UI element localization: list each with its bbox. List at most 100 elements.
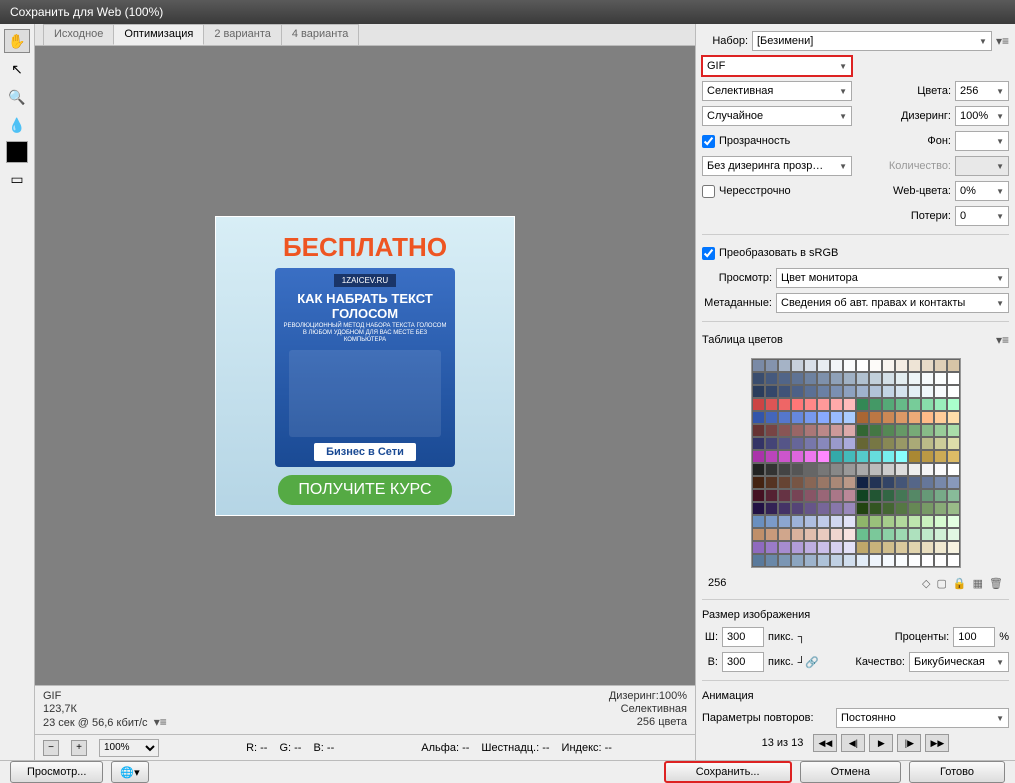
color-swatch-cell[interactable]	[843, 398, 856, 411]
ct-square-icon[interactable]: ▢	[937, 577, 947, 590]
color-swatch-cell[interactable]	[765, 372, 778, 385]
color-swatch-cell[interactable]	[921, 489, 934, 502]
color-swatch-cell[interactable]	[947, 502, 960, 515]
color-swatch-cell[interactable]	[830, 554, 843, 567]
color-swatch-cell[interactable]	[947, 476, 960, 489]
lossy-select[interactable]: 0	[955, 206, 1009, 226]
color-swatch-cell[interactable]	[778, 450, 791, 463]
color-swatch-cell[interactable]	[882, 437, 895, 450]
color-swatch-cell[interactable]	[934, 450, 947, 463]
color-swatch-cell[interactable]	[895, 359, 908, 372]
colors-select[interactable]: 256	[955, 81, 1009, 101]
color-swatch-cell[interactable]	[869, 398, 882, 411]
color-swatch-cell[interactable]	[765, 437, 778, 450]
color-swatch-cell[interactable]	[791, 424, 804, 437]
color-swatch-cell[interactable]	[843, 528, 856, 541]
color-swatch-cell[interactable]	[843, 554, 856, 567]
color-swatch-cell[interactable]	[817, 424, 830, 437]
color-swatch-cell[interactable]	[882, 502, 895, 515]
color-swatch-cell[interactable]	[817, 398, 830, 411]
color-swatch-cell[interactable]	[856, 398, 869, 411]
color-swatch-cell[interactable]	[817, 541, 830, 554]
color-swatch-cell[interactable]	[934, 424, 947, 437]
format-select[interactable]: GIF	[702, 56, 852, 76]
ct-trash-icon[interactable]: 🗑	[989, 577, 1003, 590]
color-swatch-cell[interactable]	[856, 463, 869, 476]
preview-select[interactable]: Цвет монитора	[776, 268, 1009, 288]
color-swatch-cell[interactable]	[778, 489, 791, 502]
color-swatch-cell[interactable]	[869, 554, 882, 567]
color-swatch-cell[interactable]	[882, 450, 895, 463]
slice-tool[interactable]: ↖	[4, 57, 30, 81]
color-swatch-cell[interactable]	[804, 554, 817, 567]
color-swatch-cell[interactable]	[934, 502, 947, 515]
color-swatch-cell[interactable]	[934, 372, 947, 385]
color-swatch-cell[interactable]	[843, 450, 856, 463]
color-swatch-cell[interactable]	[765, 476, 778, 489]
color-swatch-cell[interactable]	[830, 489, 843, 502]
color-swatch-cell[interactable]	[752, 554, 765, 567]
color-swatch-cell[interactable]	[817, 450, 830, 463]
color-swatch-cell[interactable]	[908, 463, 921, 476]
color-swatch-cell[interactable]	[895, 437, 908, 450]
color-swatch-cell[interactable]	[791, 554, 804, 567]
color-swatch-cell[interactable]	[908, 437, 921, 450]
color-swatch-cell[interactable]	[843, 424, 856, 437]
srgb-checkbox[interactable]	[702, 247, 715, 260]
ct-lock-icon[interactable]: 🔒	[953, 577, 967, 590]
color-swatch-cell[interactable]	[804, 515, 817, 528]
color-swatch-cell[interactable]	[856, 554, 869, 567]
color-swatch-cell[interactable]	[791, 437, 804, 450]
color-swatch-cell[interactable]	[908, 541, 921, 554]
color-swatch-cell[interactable]	[947, 489, 960, 502]
color-swatch-cell[interactable]	[921, 463, 934, 476]
color-swatch-cell[interactable]	[765, 554, 778, 567]
color-swatch-cell[interactable]	[830, 476, 843, 489]
color-swatch-cell[interactable]	[895, 489, 908, 502]
color-swatch-cell[interactable]	[752, 502, 765, 515]
color-swatch-cell[interactable]	[830, 359, 843, 372]
color-swatch-cell[interactable]	[830, 437, 843, 450]
color-swatch[interactable]	[6, 141, 28, 163]
next-frame-button[interactable]: |▶	[897, 734, 921, 752]
color-swatch-cell[interactable]	[791, 372, 804, 385]
color-swatch-cell[interactable]	[869, 476, 882, 489]
color-swatch-cell[interactable]	[791, 528, 804, 541]
color-swatch-cell[interactable]	[869, 424, 882, 437]
color-swatch-cell[interactable]	[843, 372, 856, 385]
color-swatch-cell[interactable]	[804, 463, 817, 476]
color-swatch-cell[interactable]	[843, 502, 856, 515]
color-swatch-cell[interactable]	[869, 372, 882, 385]
preset-select[interactable]: [Безимени]	[752, 31, 992, 51]
cancel-button[interactable]: Отмена	[800, 761, 901, 783]
color-swatch-cell[interactable]	[921, 372, 934, 385]
color-swatch-cell[interactable]	[830, 528, 843, 541]
color-swatch-cell[interactable]	[804, 398, 817, 411]
color-swatch-cell[interactable]	[934, 385, 947, 398]
color-swatch-cell[interactable]	[934, 554, 947, 567]
play-button[interactable]: ▶	[869, 734, 893, 752]
color-swatch-cell[interactable]	[804, 528, 817, 541]
color-swatch-cell[interactable]	[895, 541, 908, 554]
tab-optimized[interactable]: Оптимизация	[113, 24, 204, 45]
color-swatch-cell[interactable]	[843, 411, 856, 424]
color-swatch-cell[interactable]	[778, 359, 791, 372]
color-swatch-cell[interactable]	[934, 437, 947, 450]
color-swatch-cell[interactable]	[791, 476, 804, 489]
color-swatch-cell[interactable]	[752, 528, 765, 541]
color-swatch-cell[interactable]	[843, 476, 856, 489]
color-swatch-cell[interactable]	[934, 476, 947, 489]
color-swatch-cell[interactable]	[830, 450, 843, 463]
color-swatch-cell[interactable]	[882, 489, 895, 502]
color-swatch-cell[interactable]	[947, 411, 960, 424]
color-swatch-cell[interactable]	[752, 398, 765, 411]
save-button[interactable]: Сохранить...	[664, 761, 792, 783]
color-swatch-cell[interactable]	[895, 554, 908, 567]
color-swatch-cell[interactable]	[882, 385, 895, 398]
color-swatch-cell[interactable]	[895, 398, 908, 411]
eyedropper-tool[interactable]: 💧	[4, 113, 30, 137]
interlaced-checkbox[interactable]	[702, 185, 715, 198]
color-swatch-cell[interactable]	[934, 541, 947, 554]
color-swatch-cell[interactable]	[765, 385, 778, 398]
browser-preview-button[interactable]: 🌐▾	[111, 761, 148, 783]
